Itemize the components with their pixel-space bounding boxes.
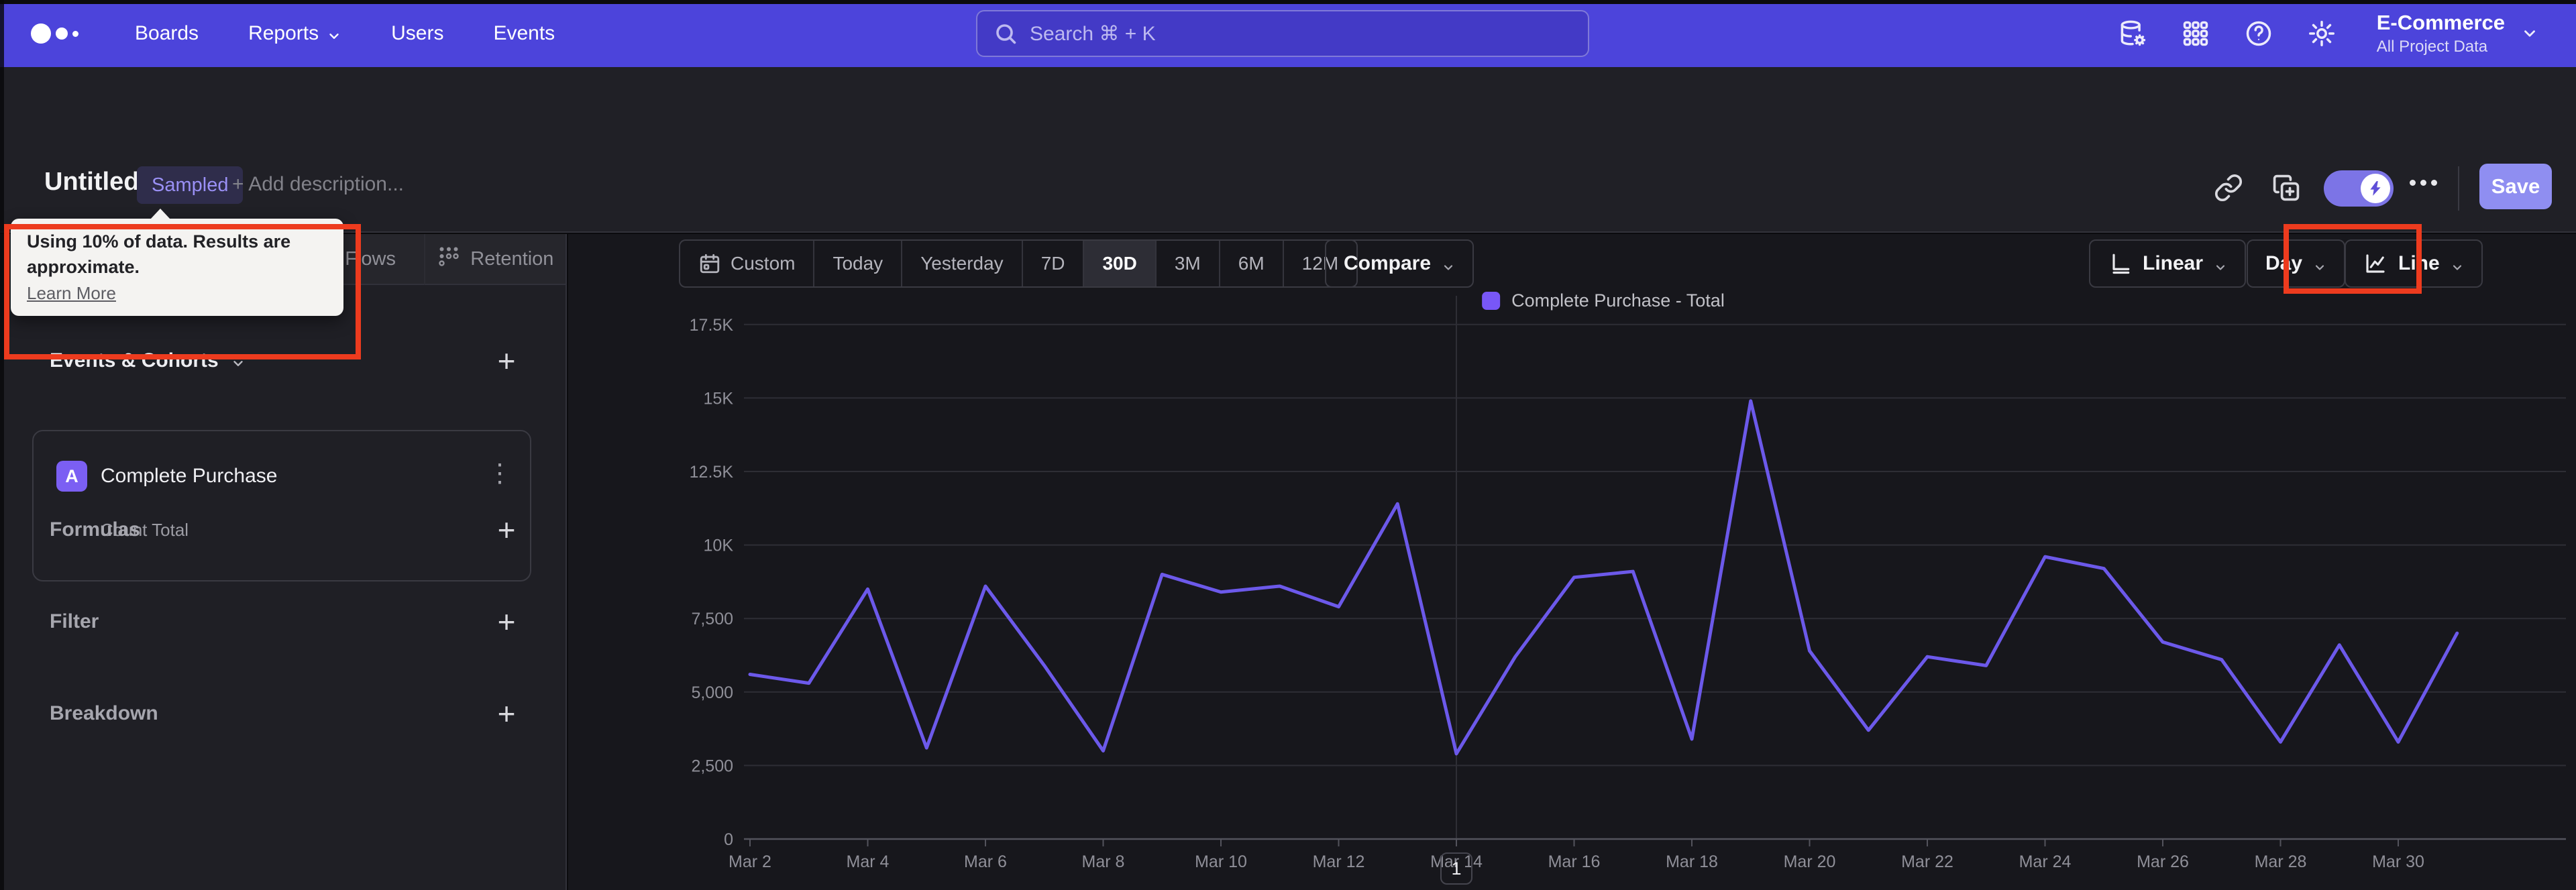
window-edge bbox=[0, 0, 2576, 4]
x-axis-label: Mar 28 bbox=[2255, 852, 2307, 871]
nav-item-events[interactable]: Events bbox=[493, 22, 555, 45]
sampling-tooltip: Using 10% of data. Results are approxima… bbox=[11, 209, 343, 316]
nav-right-cluster: E-Commerce All Project Data bbox=[2118, 0, 2538, 67]
chart-panel: Custom Today Yesterday 7D 30D 3M 6M 12M Compare… bbox=[568, 234, 2576, 890]
divider bbox=[2458, 166, 2459, 211]
nav-item-boards[interactable]: Boards bbox=[135, 22, 199, 45]
series-complete-purchase-total[interactable] bbox=[748, 399, 2459, 756]
tooltip-text: Using 10% of data. Results are approxima… bbox=[27, 231, 291, 277]
section-filter: Filter + bbox=[50, 606, 521, 637]
data-management-icon[interactable] bbox=[2118, 19, 2147, 48]
project-scope: All Project Data bbox=[2376, 38, 2488, 56]
learn-more-link[interactable]: Learn More bbox=[27, 283, 116, 304]
add-event-button[interactable]: + bbox=[492, 345, 521, 376]
page-number-button[interactable]: 1 bbox=[1440, 852, 1472, 885]
chevron-down-icon bbox=[2521, 25, 2538, 42]
section-formulas: Formulas + bbox=[50, 514, 521, 545]
y-axis-label: 5,000 bbox=[691, 683, 733, 702]
more-dots-icon[interactable] bbox=[2410, 180, 2437, 186]
add-to-board-icon[interactable] bbox=[2271, 173, 2301, 203]
apps-grid-icon[interactable] bbox=[2181, 19, 2210, 48]
x-axis-label: Mar 26 bbox=[2137, 852, 2189, 871]
add-breakdown-button[interactable]: + bbox=[492, 698, 521, 729]
mixpanel-insights-app: Boards Reports Users Events Search ⌘ + K E-… bbox=[0, 0, 2576, 890]
events-cohorts-header[interactable]: Events & Cohorts bbox=[50, 349, 246, 372]
report-title-bar: Untitled Sampled + Add description... Sa… bbox=[0, 67, 2576, 359]
sampling-toggle[interactable] bbox=[2324, 170, 2394, 207]
project-name: E-Commerce bbox=[2376, 11, 2505, 34]
retention-icon bbox=[437, 244, 461, 274]
line-chart: 0 2,500 5,000 7,500 10K 12.5K 15K 17.5K Mar 2 Mar… bbox=[690, 296, 2566, 871]
x-axis-label: Mar 24 bbox=[2019, 852, 2072, 871]
link-icon[interactable] bbox=[2214, 173, 2243, 203]
y-axis-label: 17.5K bbox=[690, 316, 734, 335]
tab-retention[interactable]: Retention bbox=[423, 234, 566, 285]
sampled-badge[interactable]: Sampled bbox=[137, 166, 244, 204]
query-builder-sidebar: InsightsFunnelsFlowsRetention Events & C… bbox=[0, 234, 567, 890]
x-axis-label: Mar 16 bbox=[1548, 852, 1601, 871]
x-axis-label: Mar 12 bbox=[1313, 852, 1365, 871]
y-axis-label: 7,500 bbox=[691, 610, 733, 628]
main-nav: Boards Reports Users Events bbox=[135, 22, 555, 45]
top-nav: Boards Reports Users Events Search ⌘ + K E-… bbox=[0, 0, 2576, 67]
project-selector[interactable]: E-Commerce All Project Data bbox=[2377, 11, 2538, 56]
chevron-down-icon bbox=[231, 353, 246, 368]
lightning-bolt-icon bbox=[2361, 174, 2390, 203]
search-input[interactable]: Search ⌘ + K bbox=[976, 10, 1589, 57]
add-filter-button[interactable]: + bbox=[492, 606, 521, 637]
x-axis-label: Mar 8 bbox=[1082, 852, 1125, 871]
event-name: Complete Purchase bbox=[101, 465, 278, 487]
event-options-icon[interactable]: ⋮ bbox=[487, 458, 513, 488]
window-edge bbox=[0, 0, 4, 890]
x-axis-label: Mar 22 bbox=[1901, 852, 1953, 871]
x-axis-label: Mar 18 bbox=[1666, 852, 1718, 871]
section-breakdown: Breakdown + bbox=[50, 698, 521, 729]
y-axis-label: 15K bbox=[704, 389, 734, 408]
event-letter-badge: A bbox=[56, 461, 87, 492]
y-axis-label: 0 bbox=[724, 830, 733, 849]
x-axis-label: Mar 30 bbox=[2372, 852, 2424, 871]
x-axis-label: Mar 20 bbox=[1784, 852, 1836, 871]
search-icon bbox=[996, 24, 1016, 44]
mixpanel-logo-icon[interactable] bbox=[31, 23, 78, 44]
nav-item-reports[interactable]: Reports bbox=[248, 22, 341, 45]
nav-item-users[interactable]: Users bbox=[391, 22, 443, 45]
help-icon[interactable] bbox=[2244, 19, 2273, 48]
y-axis-label: 12.5K bbox=[690, 463, 734, 482]
settings-gear-icon[interactable] bbox=[2307, 19, 2337, 48]
y-axis-label: 10K bbox=[704, 537, 734, 555]
report-title[interactable]: Untitled bbox=[44, 168, 139, 197]
y-axis-label: 2,500 bbox=[691, 757, 733, 775]
chevron-down-icon bbox=[327, 26, 341, 41]
event-card[interactable]: A Complete Purchase ⋮ Count Total bbox=[32, 430, 531, 581]
add-description-field[interactable]: + Add description... bbox=[232, 173, 404, 196]
add-formulas-button[interactable]: + bbox=[492, 514, 521, 545]
save-button[interactable]: Save bbox=[2479, 164, 2552, 209]
x-axis-label: Mar 10 bbox=[1195, 852, 1247, 871]
x-axis-label: Mar 2 bbox=[729, 852, 771, 871]
x-axis-label: Mar 6 bbox=[964, 852, 1007, 871]
search-placeholder: Search ⌘ + K bbox=[1030, 22, 1156, 45]
x-axis-label: Mar 4 bbox=[847, 852, 890, 871]
